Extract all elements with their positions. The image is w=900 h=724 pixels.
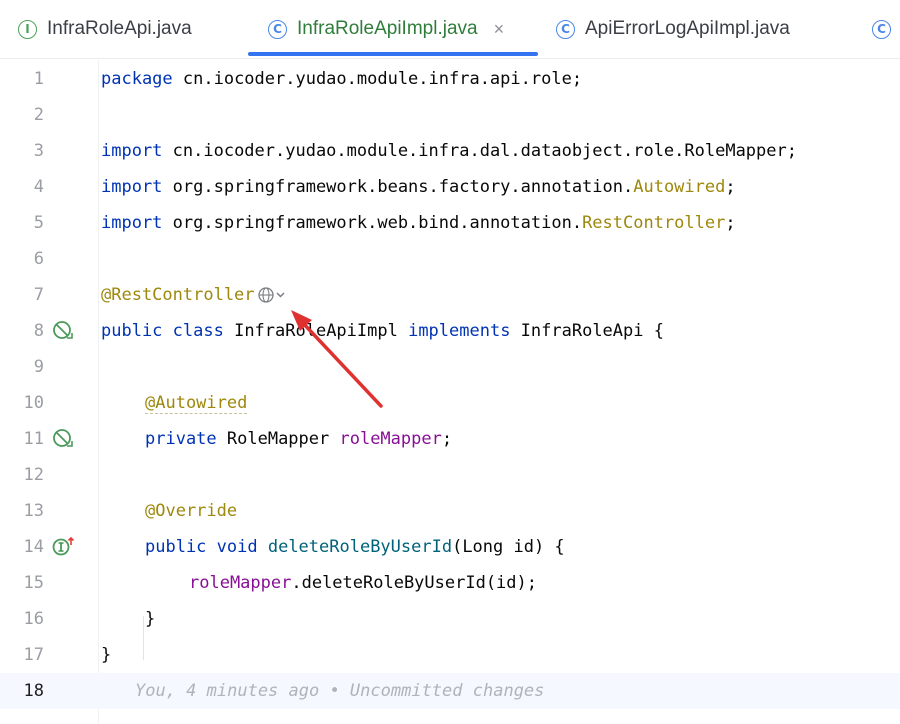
- red-arrow-annotation: [291, 310, 383, 408]
